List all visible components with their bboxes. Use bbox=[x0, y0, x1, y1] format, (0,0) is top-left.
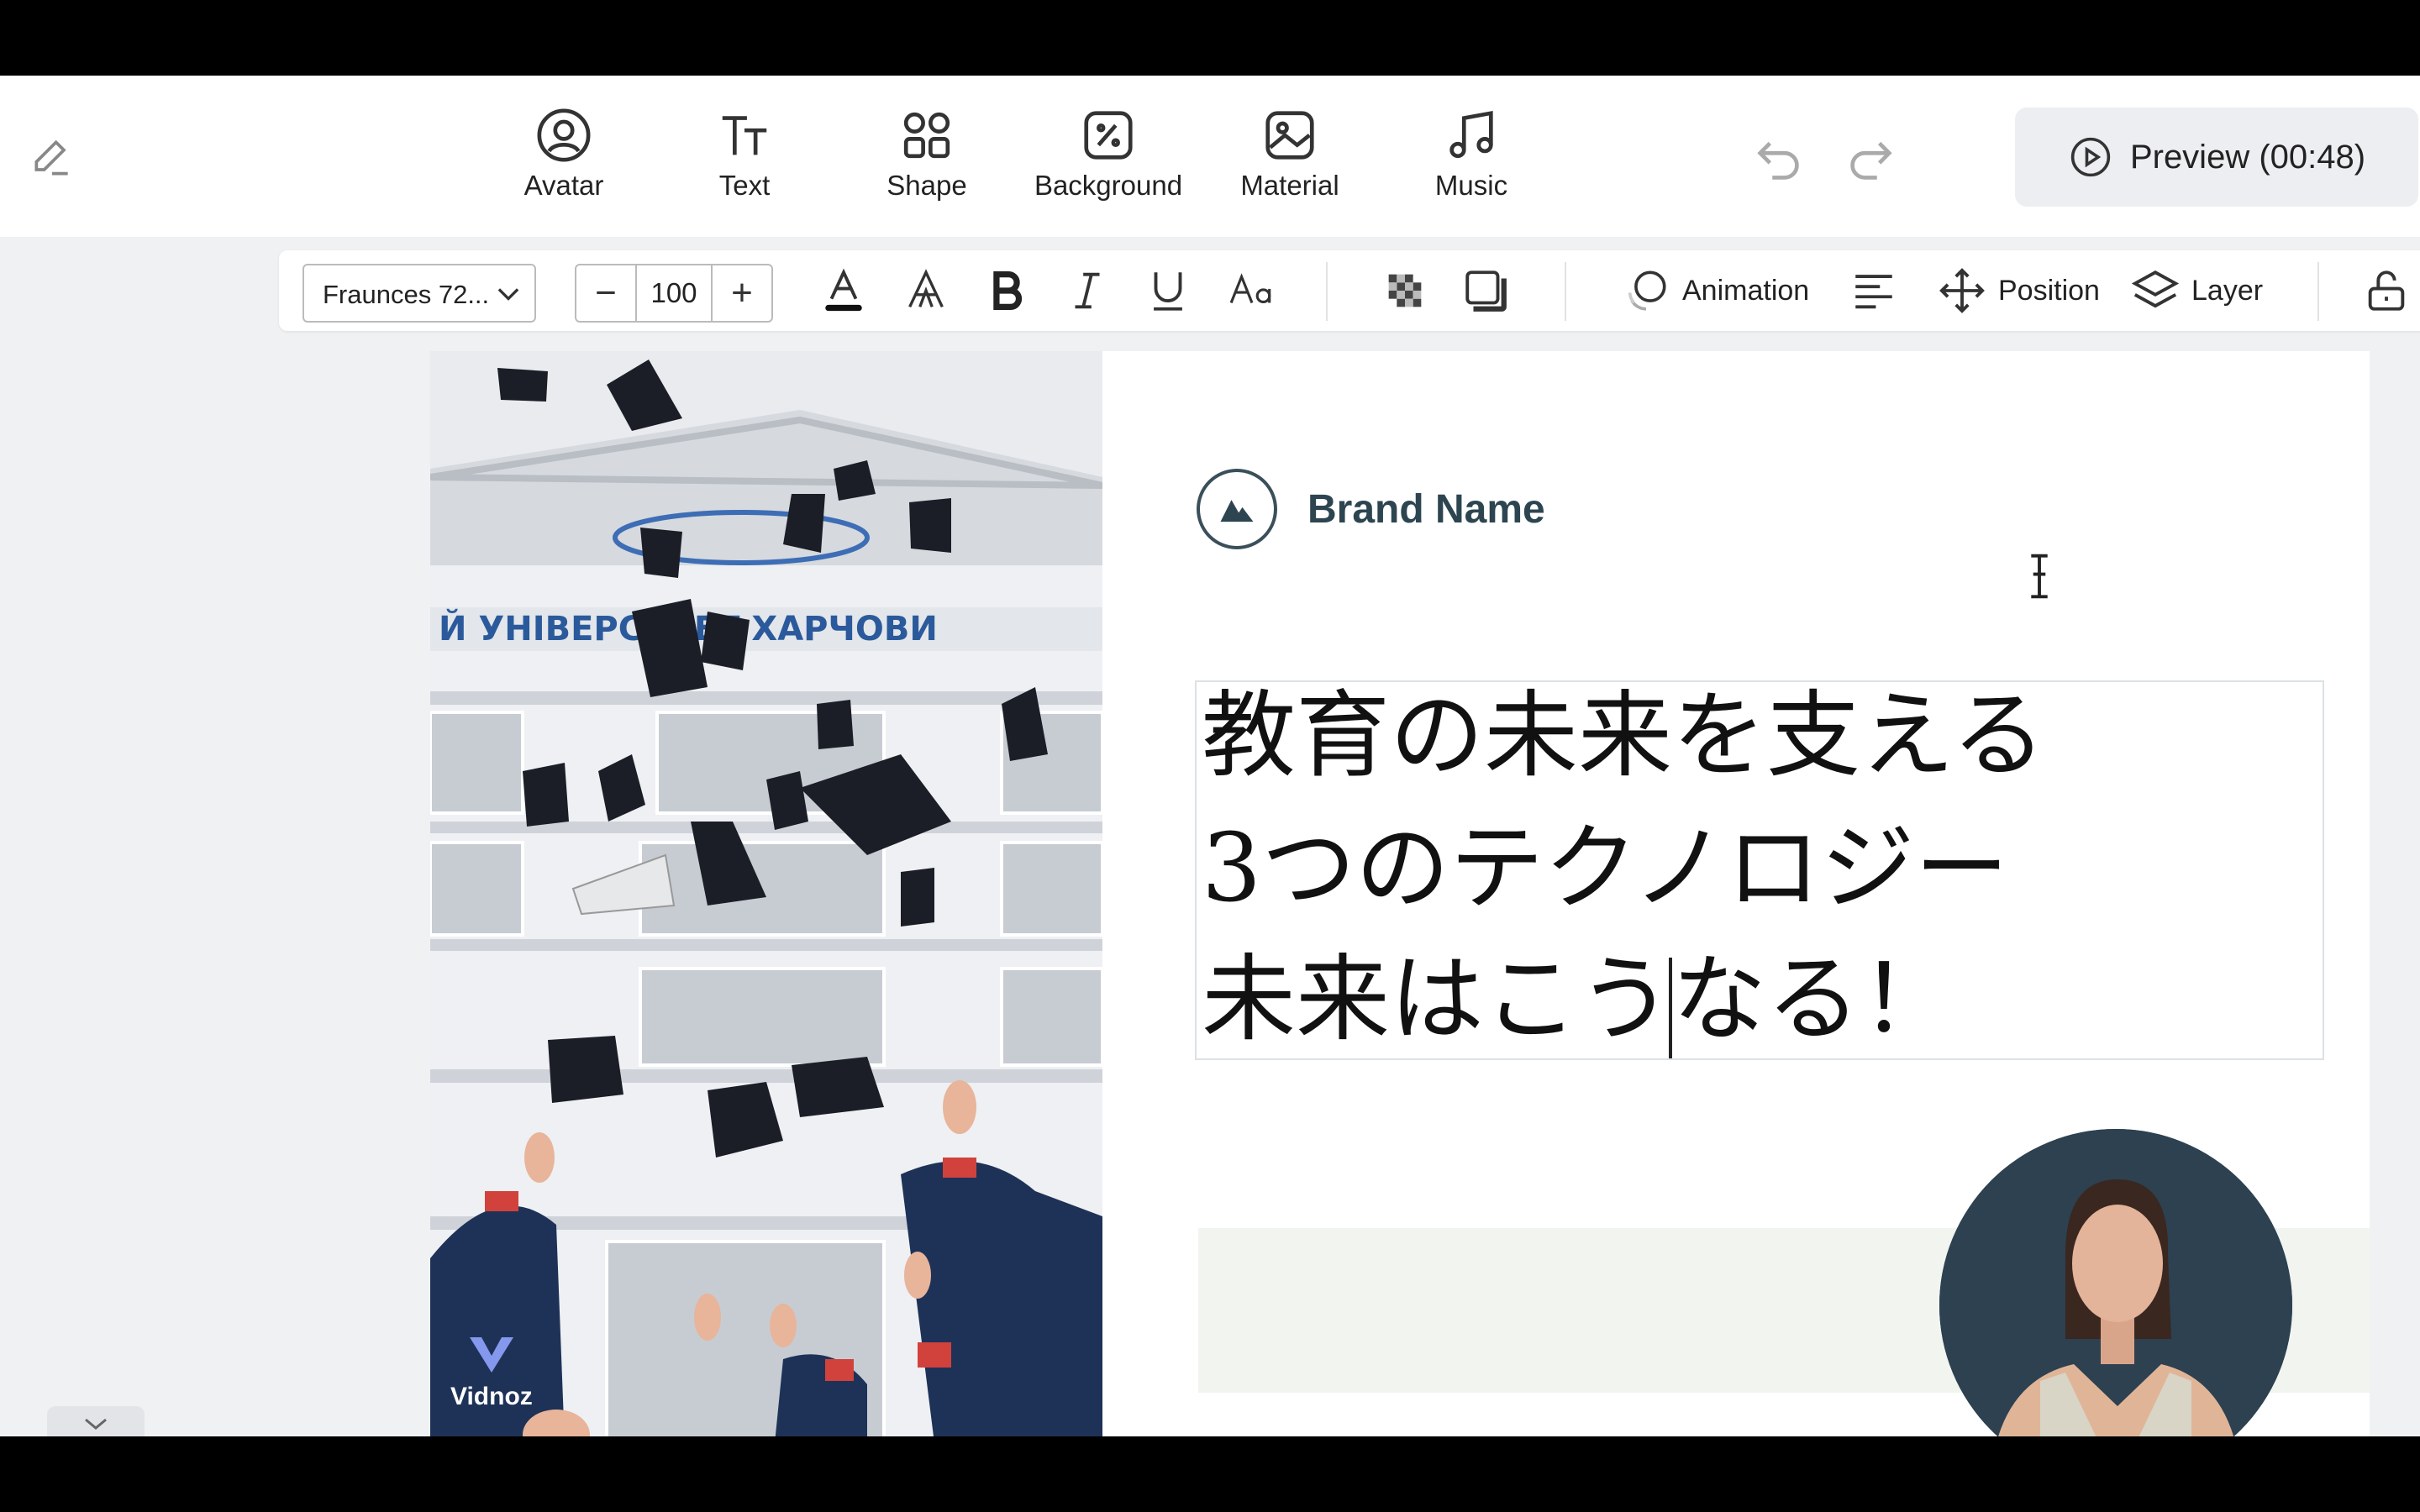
lock-button[interactable] bbox=[2356, 260, 2417, 321]
font-size-stepper: − 100 + bbox=[575, 264, 773, 323]
font-size-value[interactable]: 100 bbox=[635, 265, 713, 321]
watermark-text: Vidnoz bbox=[450, 1383, 533, 1410]
layers-icon bbox=[2131, 270, 2180, 308]
top-toolbar: Avatar Text Shape Background Material Mu… bbox=[0, 76, 2420, 237]
vidnoz-watermark: Vidnoz bbox=[450, 1334, 533, 1411]
text-outline-icon bbox=[908, 269, 944, 308]
decrease-size-button[interactable]: − bbox=[576, 265, 635, 321]
tool-music-label: Music bbox=[1434, 170, 1508, 201]
presenter-avatar-image bbox=[1939, 1129, 2292, 1436]
text-caret bbox=[1669, 958, 1672, 1058]
tool-material[interactable]: Material bbox=[1206, 106, 1374, 215]
layer-button[interactable]: Layer bbox=[2131, 260, 2263, 321]
preview-button[interactable]: Preview (00:48) bbox=[2015, 108, 2418, 207]
layer-label: Layer bbox=[2191, 274, 2264, 307]
tool-text[interactable]: Text bbox=[660, 106, 829, 215]
headline-line-3: 未来はこうなる！ bbox=[1202, 945, 1954, 1054]
preview-label: Preview (00:48) bbox=[2129, 138, 2366, 176]
shadow-icon bbox=[1465, 270, 1507, 312]
headline-line-1: 教育の未来を支える bbox=[1202, 681, 2046, 790]
text-color-icon bbox=[825, 268, 862, 312]
edit-pencil-icon[interactable] bbox=[29, 134, 76, 181]
separator bbox=[1326, 262, 1328, 321]
tool-music[interactable]: Music bbox=[1387, 106, 1555, 215]
chevron-down-icon bbox=[85, 1418, 107, 1430]
music-icon bbox=[1449, 110, 1493, 159]
align-button[interactable] bbox=[1844, 260, 1904, 321]
animation-label: Animation bbox=[1682, 274, 1810, 307]
font-family-value: Fraunces 72... bbox=[323, 280, 490, 309]
text-case-icon bbox=[1229, 273, 1271, 304]
tool-shape-label: Shape bbox=[886, 170, 967, 201]
editor-app: Avatar Text Shape Background Material Mu… bbox=[0, 76, 2420, 1436]
align-left-icon bbox=[1855, 275, 1892, 309]
underline-button[interactable] bbox=[1138, 260, 1198, 321]
opacity-icon bbox=[1388, 274, 1422, 307]
position-label: Position bbox=[1998, 274, 2100, 307]
vidnoz-logo-icon bbox=[469, 1337, 513, 1373]
position-button[interactable]: Position bbox=[1938, 260, 2100, 321]
brand-block[interactable]: Brand Name bbox=[1197, 469, 1545, 549]
text-icon bbox=[722, 116, 767, 155]
tool-text-label: Text bbox=[718, 170, 771, 201]
tool-background-label: Background bbox=[1034, 170, 1183, 201]
brand-name: Brand Name bbox=[1307, 486, 1545, 532]
tool-background[interactable]: Background bbox=[1024, 106, 1192, 215]
shadow-button[interactable] bbox=[1455, 260, 1516, 321]
tool-avatar[interactable]: Avatar bbox=[480, 106, 648, 215]
animation-icon bbox=[1628, 270, 1666, 311]
undo-icon[interactable] bbox=[1750, 131, 1809, 190]
presenter-avatar[interactable] bbox=[1939, 1129, 2292, 1436]
move-icon bbox=[1939, 268, 1985, 313]
animation-button[interactable]: Animation bbox=[1622, 260, 1809, 321]
chevron-down-icon bbox=[497, 288, 519, 301]
graduation-photo-image: Й УНІВЕРСИТЕТ ХАРЧОВИ bbox=[430, 351, 1102, 1436]
tool-material-label: Material bbox=[1240, 170, 1339, 201]
unlock-icon bbox=[2368, 270, 2405, 311]
text-color-button[interactable] bbox=[813, 260, 874, 321]
italic-icon bbox=[1075, 272, 1100, 309]
increase-size-button[interactable]: + bbox=[713, 265, 771, 321]
separator bbox=[1565, 262, 1566, 321]
headline-line-2: 3つのテクノロジー bbox=[1202, 814, 2009, 923]
play-circle-icon bbox=[2070, 137, 2111, 177]
underline-icon bbox=[1154, 272, 1182, 311]
collapse-panel-button[interactable] bbox=[47, 1406, 145, 1436]
shape-icon bbox=[903, 112, 950, 159]
mountain-icon bbox=[1220, 500, 1254, 522]
graduation-photo[interactable]: Й УНІВЕРСИТЕТ ХАРЧОВИ Vidnoz bbox=[430, 351, 1102, 1436]
avatar-icon bbox=[537, 108, 591, 162]
material-icon bbox=[1265, 111, 1314, 160]
bold-icon bbox=[993, 271, 1023, 310]
tool-shape[interactable]: Shape bbox=[843, 106, 1011, 215]
opacity-button[interactable] bbox=[1375, 260, 1435, 321]
headline-textbox[interactable]: 教育の未来を支える 3つのテクノロジー 未来はこうなる！ bbox=[1195, 680, 2324, 1060]
text-outline-button[interactable] bbox=[896, 260, 956, 321]
text-case-button[interactable] bbox=[1217, 260, 1287, 321]
tool-avatar-label: Avatar bbox=[523, 170, 604, 201]
background-icon bbox=[1084, 111, 1133, 160]
bold-button[interactable] bbox=[976, 260, 1037, 321]
text-cursor-icon bbox=[2031, 554, 2048, 599]
brand-logo bbox=[1197, 469, 1277, 549]
slide-canvas[interactable]: Й УНІВЕРСИТЕТ ХАРЧОВИ Vidnoz Brand Name … bbox=[430, 351, 2370, 1436]
text-format-toolbar: Fraunces 72... − 100 + Animation Positio… bbox=[279, 250, 2420, 331]
separator bbox=[2317, 262, 2319, 321]
redo-icon[interactable] bbox=[1840, 131, 1899, 190]
font-family-select[interactable]: Fraunces 72... bbox=[302, 264, 536, 323]
italic-button[interactable] bbox=[1057, 260, 1118, 321]
